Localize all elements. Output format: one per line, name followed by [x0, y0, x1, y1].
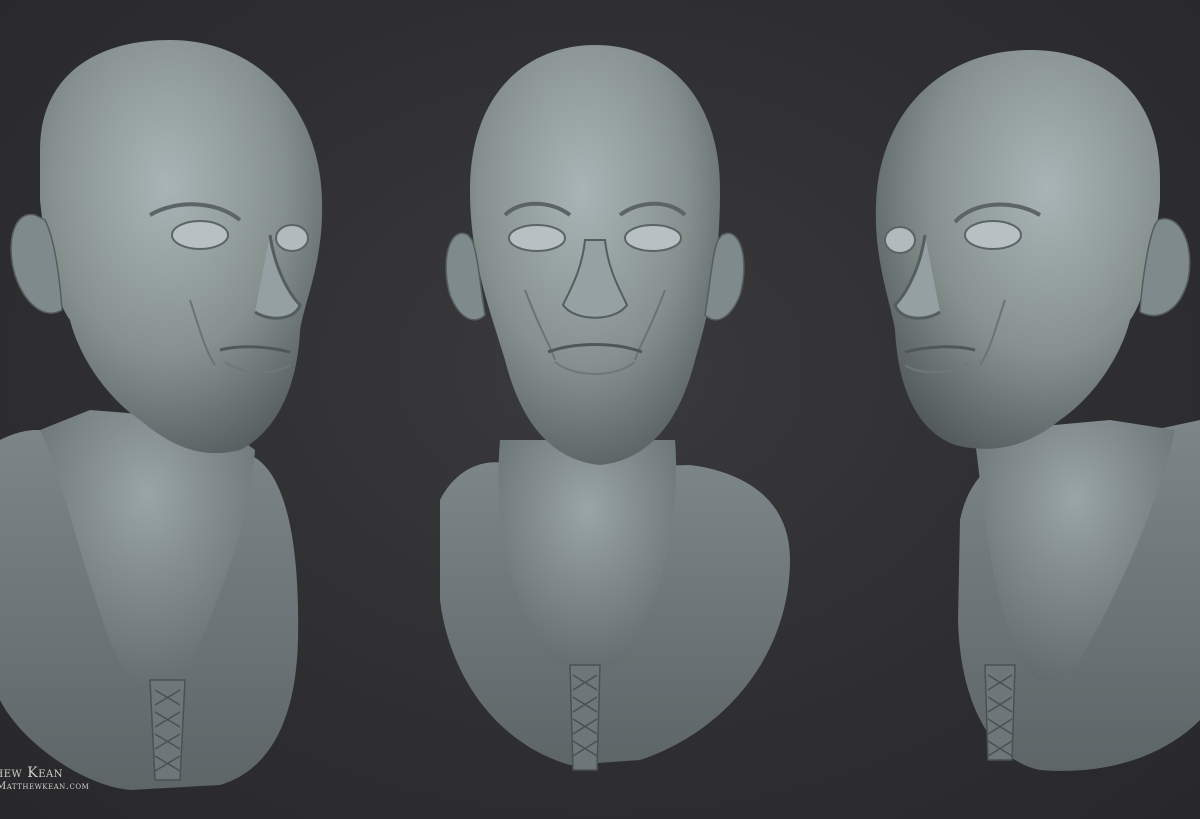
eye-center-a [508, 224, 566, 252]
artist-url: Matthewkean.com [0, 781, 90, 792]
artist-credit: tthew Kean Matthewkean.com [0, 765, 89, 792]
eye-center-b [624, 224, 682, 252]
bust-left [0, 40, 323, 790]
eye-right-a [964, 220, 1022, 250]
sculpt-render [0, 40, 1200, 790]
eye-left-b [275, 224, 309, 252]
bust-right [875, 50, 1200, 771]
eye-right-b [884, 226, 916, 254]
lacing-left [149, 679, 186, 781]
artist-name: tthew Kean [0, 765, 64, 781]
render-canvas: tthew Kean Matthewkean.com [0, 0, 1200, 819]
head-right [875, 50, 1160, 449]
eye-left-a [171, 220, 229, 250]
lacing-center [569, 664, 601, 771]
bust-center [440, 45, 790, 771]
lacing-right [984, 664, 1016, 761]
